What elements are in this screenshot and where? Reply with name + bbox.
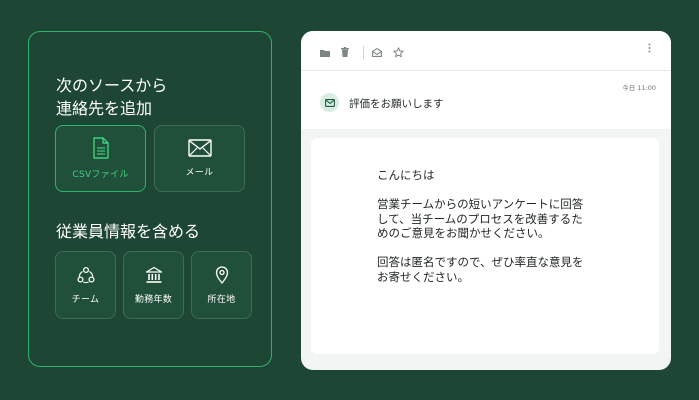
- employee-info-title: 従業員情報を含める: [56, 222, 201, 241]
- message-header[interactable]: 今日 11:00 評価をお願いします: [301, 71, 671, 129]
- message-text: こんにちは 営業チームからの短いアンケートに回答して、当チームのプロセスを改善す…: [377, 168, 593, 284]
- envelope-icon: [324, 98, 335, 107]
- panel-title: 次のソースから 連絡先を追加: [56, 74, 256, 120]
- tenure-option-button[interactable]: 勤務年数: [123, 251, 184, 319]
- mail-source-button[interactable]: メール: [154, 125, 245, 192]
- bank-icon: [145, 266, 162, 283]
- team-icon: [76, 266, 95, 283]
- location-option-button[interactable]: 所在地: [191, 251, 252, 319]
- stage: 次のソースから 連絡先を追加 CSVファイル メール 従業員情報を含める チーム…: [0, 0, 699, 400]
- mail-icon: [187, 139, 212, 157]
- email-window: 今日 11:00 評価をお願いします こんにちは 営業チームからの短いアンケート…: [301, 31, 671, 370]
- team-option-button[interactable]: チーム: [55, 251, 116, 319]
- more-vertical-icon[interactable]: [648, 43, 651, 53]
- tenure-option-label: 勤務年数: [134, 294, 173, 305]
- contact-source-panel: 次のソースから 連絡先を追加 CSVファイル メール 従業員情報を含める チーム…: [28, 31, 272, 367]
- folder-icon[interactable]: [320, 49, 330, 57]
- sender-avatar: [320, 93, 339, 112]
- message-body: こんにちは 営業チームからの短いアンケートに回答して、当チームのプロセスを改善す…: [311, 138, 659, 354]
- trash-icon[interactable]: [341, 47, 349, 57]
- message-paragraph-2: 回答は匿名ですので、ぜひ率直な意見をお寄せください。: [377, 255, 584, 284]
- csv-file-icon: [92, 137, 109, 159]
- star-icon[interactable]: [393, 47, 404, 58]
- panel-title-line2: 連絡先を追加: [56, 99, 153, 118]
- location-pin-icon: [215, 265, 228, 284]
- open-mail-icon[interactable]: [372, 48, 382, 57]
- panel-title-line1: 次のソースから: [56, 76, 168, 95]
- message-paragraph-1: 営業チームからの短いアンケートに回答して、当チームのプロセスを改善するためのご意…: [377, 197, 584, 240]
- email-toolbar: [301, 31, 671, 71]
- csv-source-button[interactable]: CSVファイル: [55, 125, 146, 192]
- mail-source-label: メール: [185, 168, 214, 178]
- message-time: 今日 11:00: [622, 84, 656, 92]
- message-subject: 評価をお願いします: [349, 98, 444, 110]
- team-option-label: チーム: [71, 294, 100, 305]
- message-greeting: こんにちは: [377, 168, 435, 182]
- location-option-label: 所在地: [207, 294, 236, 305]
- toolbar-separator: [363, 46, 364, 59]
- csv-source-label: CSVファイル: [72, 170, 129, 180]
